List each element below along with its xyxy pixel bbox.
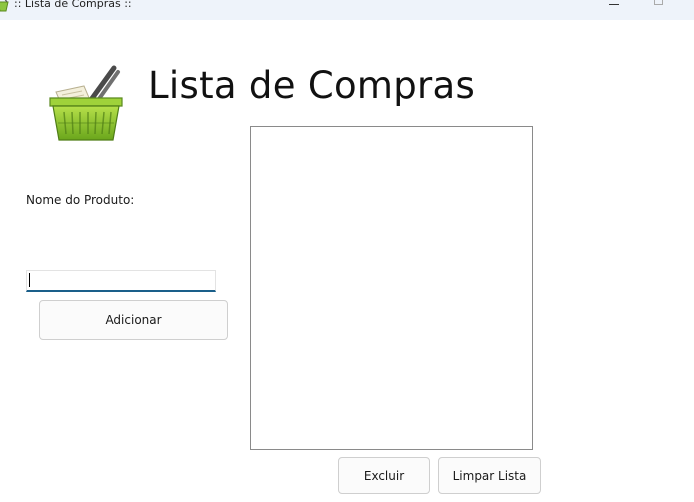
shopping-basket-icon [49, 65, 123, 141]
page-title: Lista de Compras [148, 64, 476, 107]
text-caret [29, 273, 30, 287]
delete-button[interactable]: Excluir [338, 457, 430, 494]
shopping-listbox[interactable] [250, 126, 533, 450]
minimize-button[interactable] [596, 0, 632, 20]
basket-app-icon [0, 0, 9, 12]
window-title: :: Lista de Compras :: [14, 0, 132, 10]
add-button[interactable]: Adicionar [39, 300, 228, 340]
title-bar[interactable]: :: Lista de Compras :: [0, 0, 694, 20]
clear-list-button[interactable]: Limpar Lista [438, 457, 541, 494]
product-name-label: Nome do Produto: [26, 193, 135, 207]
app-window: :: Lista de Compras :: Lista de Compras … [0, 0, 694, 502]
product-name-input[interactable] [26, 270, 216, 292]
maximize-button[interactable] [642, 0, 678, 20]
